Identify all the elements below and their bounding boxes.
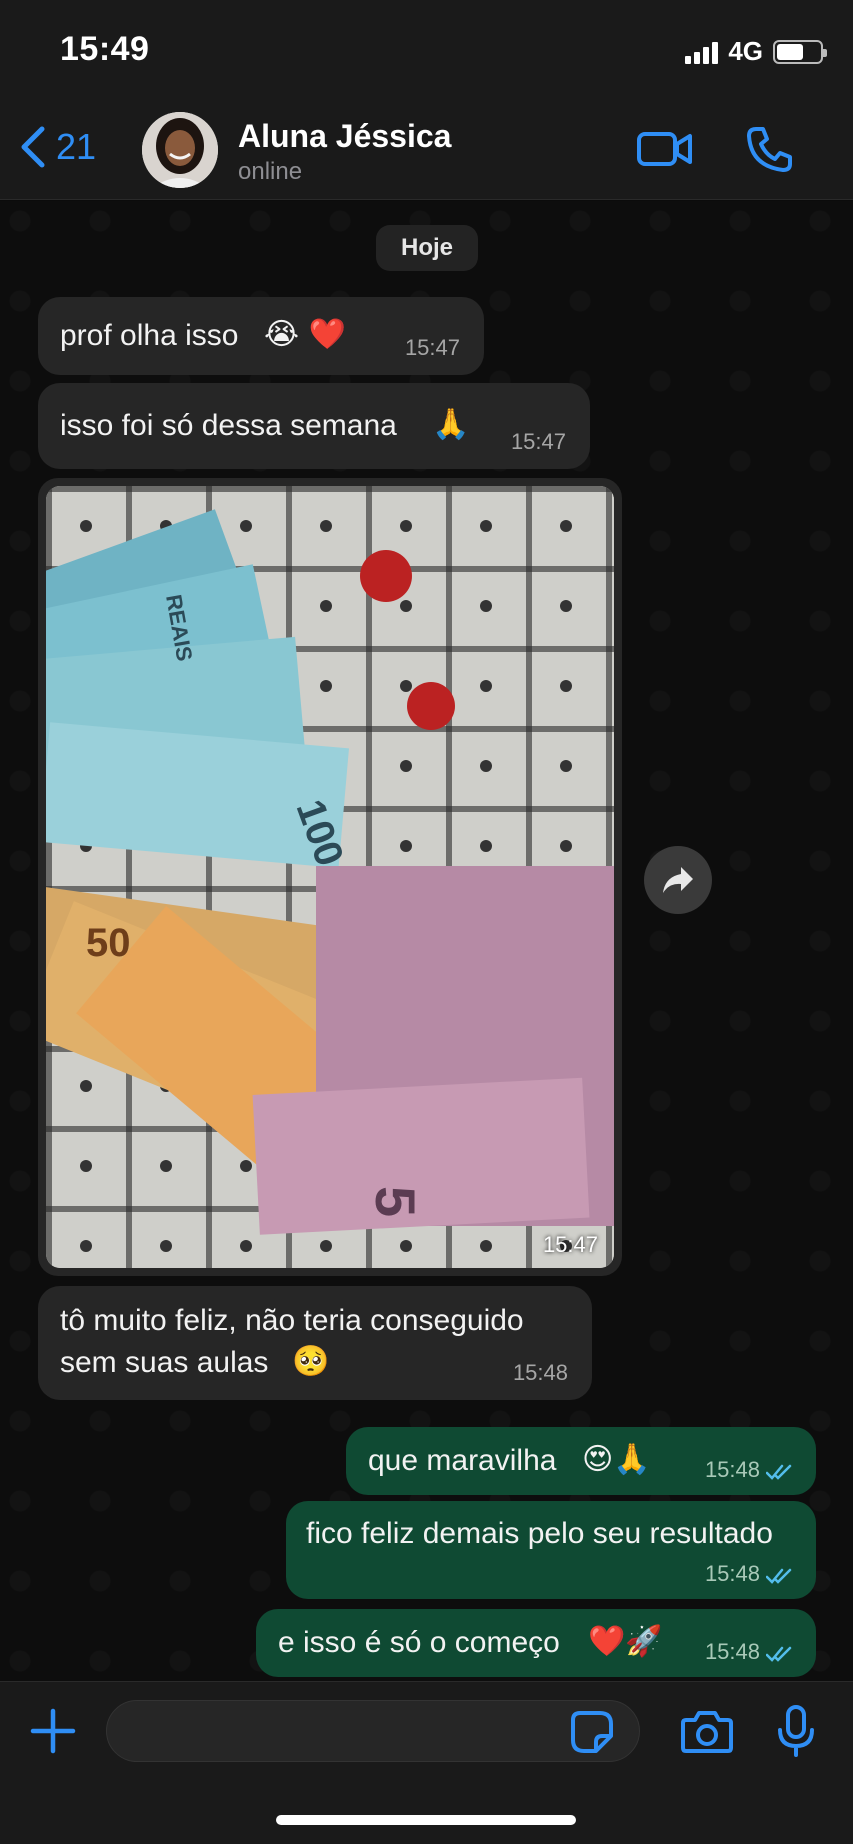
- contact-status: online: [238, 158, 303, 185]
- message-bubble-outgoing[interactable]: fico feliz demais pelo seu resultado 15:…: [286, 1501, 816, 1599]
- message-emoji: 🙏: [432, 407, 470, 442]
- battery-icon: [773, 39, 827, 64]
- camera-icon[interactable]: [680, 1708, 734, 1754]
- microphone-icon[interactable]: [776, 1704, 816, 1758]
- message-emoji: ❤️🚀: [588, 1624, 663, 1659]
- message-bubble-outgoing[interactable]: e isso é só o começo ❤️🚀 15:48: [256, 1609, 816, 1677]
- message-emoji: 😭 ❤️: [264, 317, 346, 352]
- photo-image[interactable]: 100 REAIS 50 20 5: [46, 486, 614, 1268]
- message-bubble-outgoing[interactable]: que maravilha 😍🙏 15:48: [346, 1427, 816, 1495]
- message-time: 15:47: [542, 1232, 598, 1257]
- status-time: 15:49: [60, 30, 150, 68]
- message-input[interactable]: [106, 1700, 640, 1762]
- chat-header: 21 Aluna Jéssica online: [0, 100, 853, 200]
- date-separator: Hoje: [376, 225, 478, 271]
- message-time: 15:48: [512, 1360, 568, 1385]
- read-ticks-icon: [766, 1646, 792, 1662]
- message-time: 15:48: [704, 1457, 760, 1482]
- message-time: 15:48: [704, 1561, 760, 1586]
- status-indicators: 4G: [685, 36, 827, 67]
- plus-icon[interactable]: [30, 1708, 76, 1754]
- message-time: 15:47: [510, 429, 566, 454]
- read-ticks-icon: [766, 1464, 792, 1480]
- photo-message[interactable]: 100 REAIS 50 20 5 15:47: [38, 478, 622, 1276]
- chat-area[interactable]: Hoje prof olha isso 😭 ❤️ 15:47 isso foi …: [0, 201, 853, 1681]
- network-type: 4G: [728, 36, 763, 66]
- forward-arrow-icon: [663, 867, 693, 893]
- message-text-line: sem suas aulas: [60, 1346, 269, 1379]
- sticker-icon[interactable]: [570, 1710, 614, 1754]
- banknote-label: 5: [364, 1186, 427, 1217]
- home-indicator: [276, 1815, 576, 1825]
- input-bar: [0, 1681, 853, 1844]
- signal-icon: [685, 40, 719, 64]
- message-time: 15:47: [404, 335, 460, 360]
- banknote-label: 50: [86, 921, 131, 965]
- read-ticks-icon: [766, 1568, 792, 1584]
- message-bubble-incoming[interactable]: tô muito feliz, não teria conseguido sem…: [38, 1286, 592, 1400]
- status-bar: 15:49 4G: [0, 0, 853, 100]
- message-bubble-incoming[interactable]: isso foi só dessa semana 🙏 15:47: [38, 383, 590, 469]
- message-text: prof olha isso: [60, 319, 239, 352]
- message-time: 15:48: [704, 1639, 760, 1664]
- avatar[interactable]: [142, 112, 218, 188]
- message-emoji: 🥺: [292, 1344, 330, 1379]
- unread-count: 21: [56, 126, 97, 167]
- message-bubble-incoming[interactable]: prof olha isso 😭 ❤️ 15:47: [38, 297, 484, 375]
- back-button[interactable]: 21: [18, 125, 96, 169]
- video-call-icon[interactable]: [636, 126, 694, 172]
- message-text: isso foi só dessa semana: [60, 409, 397, 442]
- message-text: fico feliz demais pelo seu resultado: [306, 1517, 773, 1550]
- contact-name[interactable]: Aluna Jéssica: [238, 118, 451, 155]
- message-text: que maravilha: [368, 1444, 557, 1477]
- message-text-line: tô muito feliz, não teria conseguido: [60, 1304, 524, 1337]
- message-emoji: 😍🙏: [582, 1442, 651, 1477]
- chevron-left-icon: [21, 126, 45, 168]
- phone-icon[interactable]: [744, 124, 794, 174]
- message-text: e isso é só o começo: [278, 1626, 560, 1659]
- forward-button[interactable]: [644, 846, 712, 914]
